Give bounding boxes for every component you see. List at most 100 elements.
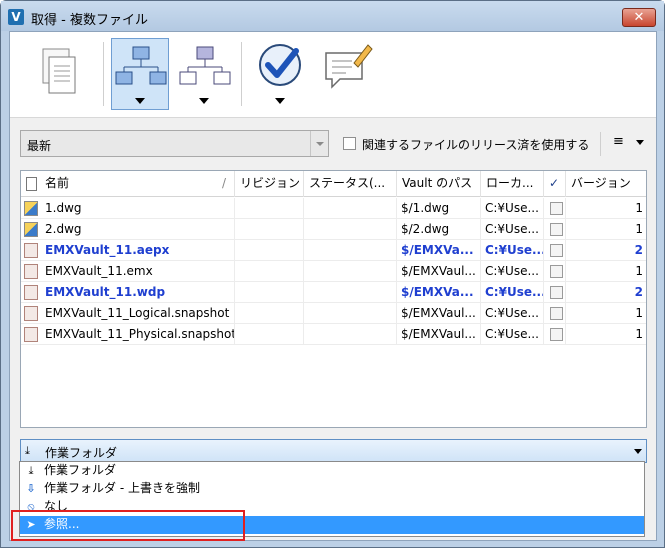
cell-vault-path: $/EMXVaul...	[397, 324, 481, 345]
chevron-down-icon	[199, 98, 209, 104]
cell-status	[304, 282, 397, 303]
check-options-button[interactable]	[251, 38, 309, 110]
include-children-button[interactable]	[111, 38, 169, 110]
toolbar-separator	[103, 42, 104, 106]
file-name: EMXVault_11_Physical.snapshot	[45, 327, 235, 341]
chevron-down-icon	[135, 98, 145, 104]
arrow-down-icon: ⇩	[26, 482, 36, 495]
download-icon: ⤓	[28, 464, 34, 477]
model-file-icon	[24, 285, 38, 300]
column-header-name[interactable]: 名前 /	[21, 171, 235, 197]
use-released-checkbox[interactable]	[343, 137, 356, 150]
table-row[interactable]: EMXVault_11.aepx $/EMXVa... C:¥Use... 2	[21, 240, 646, 261]
cell-name: 1.dwg	[21, 198, 235, 219]
table-row[interactable]: EMXVault_11.emx $/EMXVaul... C:¥Use... 1	[21, 261, 646, 282]
cell-vault-path: $/1.dwg	[397, 198, 481, 219]
model-file-icon	[24, 264, 38, 279]
cell-name: EMXVault_11.aepx	[21, 240, 235, 261]
cell-version: 2	[634, 285, 643, 299]
table-row[interactable]: 1.dwg $/1.dwg C:¥Use... 1	[21, 198, 646, 219]
cell-name: EMXVault_11_Physical.snapshot	[21, 324, 235, 345]
row-checkbox[interactable]	[550, 307, 563, 320]
cell-vault-path: $/EMXVa...	[397, 240, 481, 261]
structure-icon	[115, 46, 167, 85]
download-icon: ⤓	[25, 444, 30, 457]
target-folder-select[interactable]: ⤓ 作業フォルダ	[20, 439, 647, 463]
row-checkbox[interactable]	[550, 328, 563, 341]
cell-local: C:¥Use...	[481, 303, 544, 324]
cell-name: EMXVault_11.wdp	[21, 282, 235, 303]
option-working-folder[interactable]: ⤓ 作業フォルダ	[20, 462, 644, 480]
table-row[interactable]: EMXVault_11_Physical.snapshot $/EMXVaul..…	[21, 324, 646, 345]
use-released-label: 関連するファイルのリリース済を使用する	[362, 138, 590, 152]
cell-local: C:¥Use...	[481, 198, 544, 219]
cell-vault-path: $/EMXVa...	[397, 282, 481, 303]
cell-local: C:¥Use...	[481, 324, 544, 345]
option-working-folder-overwrite[interactable]: ⇩ 作業フォルダ - 上書きを強制	[20, 480, 644, 498]
list-options-icon[interactable]: ≡	[613, 134, 629, 150]
chevron-down-icon[interactable]	[636, 140, 644, 145]
column-header-status[interactable]: ステータス(...	[304, 171, 397, 197]
column-header-vault-path[interactable]: Vault のパス	[397, 171, 481, 197]
file-name: EMXVault_11.emx	[45, 264, 153, 278]
option-label: 作業フォルダ	[44, 463, 117, 477]
row-checkbox[interactable]	[550, 202, 563, 215]
annotation-highlight-box	[11, 510, 245, 541]
table-row[interactable]: 2.dwg $/2.dwg C:¥Use... 1	[21, 219, 646, 240]
file-name: EMXVault_11.wdp	[45, 285, 166, 299]
table-row[interactable]: EMXVault_11.wdp $/EMXVa... C:¥Use... 2	[21, 282, 646, 303]
target-folder-value: 作業フォルダ	[45, 446, 118, 460]
chevron-down-icon	[275, 98, 285, 104]
cell-check	[544, 303, 566, 324]
comment-button[interactable]	[315, 38, 373, 110]
cell-rev	[235, 240, 304, 261]
document-icon	[26, 177, 37, 191]
cell-name: 2.dwg	[21, 219, 235, 240]
revision-value: 最新	[27, 139, 52, 153]
cell-check	[544, 219, 566, 240]
copy-design-icon	[42, 48, 76, 94]
cell-rev	[235, 282, 304, 303]
cell-local: C:¥Use...	[481, 219, 544, 240]
chevron-down-icon	[634, 449, 642, 454]
checkmark-icon	[259, 44, 301, 86]
window-title: 取得 - 複数ファイル	[31, 13, 148, 28]
comment-icon	[325, 44, 373, 89]
include-parents-button[interactable]	[175, 38, 233, 110]
row-checkbox[interactable]	[550, 244, 563, 257]
column-header-check[interactable]: ✓	[544, 171, 566, 197]
cell-version: 2	[634, 243, 643, 257]
cell-status	[304, 324, 397, 345]
cell-version: 1	[635, 201, 643, 215]
model-file-icon	[24, 243, 38, 258]
cell-check	[544, 324, 566, 345]
cell-check	[544, 240, 566, 261]
row-checkbox[interactable]	[550, 223, 563, 236]
column-header-version[interactable]: バージョン	[566, 171, 646, 197]
cell-rev	[235, 198, 304, 219]
cell-vault-path: $/EMXVaul...	[397, 261, 481, 282]
grid-header: 名前 / リビジョン ステータス(... Vault のパス ローカ... ✓ …	[21, 171, 646, 197]
cell-local: C:¥Use...	[481, 240, 544, 261]
cell-status	[304, 198, 397, 219]
toolbar	[10, 32, 656, 118]
cell-status	[304, 261, 397, 282]
cell-name: EMXVault_11.emx	[21, 261, 235, 282]
revision-select[interactable]: 最新	[20, 130, 329, 157]
row-checkbox[interactable]	[550, 265, 563, 278]
cell-status	[304, 219, 397, 240]
file-grid: 名前 / リビジョン ステータス(... Vault のパス ローカ... ✓ …	[20, 170, 647, 428]
filter-row: 最新 関連するファイルのリリース済を使用する ≡	[10, 126, 656, 160]
separator	[600, 132, 601, 156]
file-name: EMXVault_11.aepx	[45, 243, 170, 257]
cell-name: EMXVault_11_Logical.snapshot	[21, 303, 235, 324]
row-checkbox[interactable]	[550, 286, 563, 299]
sort-icon: /	[221, 176, 226, 190]
copy-design-button[interactable]	[20, 38, 94, 110]
column-header-local[interactable]: ローカ...	[481, 171, 544, 197]
chevron-down-icon	[310, 131, 328, 156]
dwg-file-icon	[24, 222, 38, 237]
close-button[interactable]: ✕	[622, 8, 656, 27]
column-header-revision[interactable]: リビジョン	[235, 171, 304, 197]
table-row[interactable]: EMXVault_11_Logical.snapshot $/EMXVaul...…	[21, 303, 646, 324]
